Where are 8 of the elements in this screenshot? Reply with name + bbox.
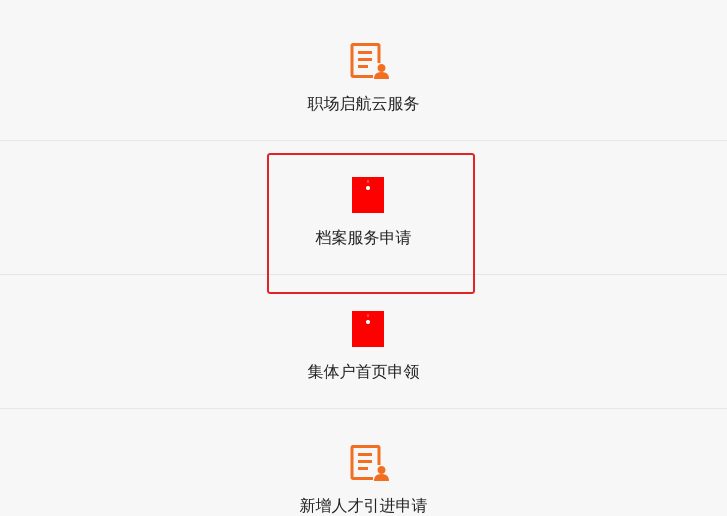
folder-icon: [352, 311, 384, 347]
service-label[interactable]: 集体户首页申领: [308, 362, 420, 382]
document-person-icon: [350, 43, 392, 79]
service-label[interactable]: 档案服务申请: [316, 228, 412, 248]
document-person-icon: [350, 445, 392, 481]
service-label[interactable]: 职场启航云服务: [308, 94, 420, 114]
folder-icon: [352, 177, 384, 213]
service-label[interactable]: 新增人才引进申请: [300, 496, 428, 516]
